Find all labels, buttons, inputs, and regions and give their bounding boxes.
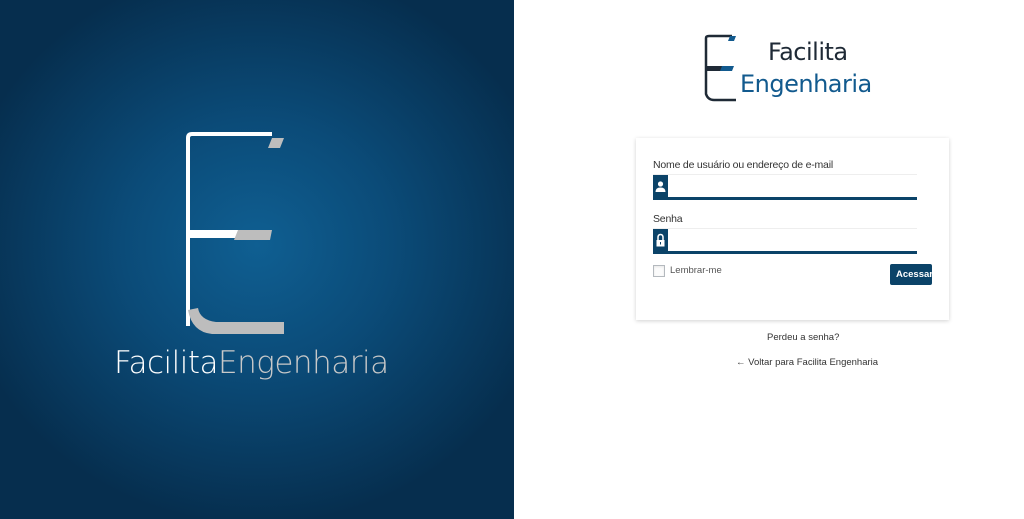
back-to-site-label: Voltar para Facilita Engenharia <box>748 357 879 368</box>
big-e-logo <box>186 132 284 334</box>
username-input[interactable] <box>669 175 923 197</box>
logo-word-facilita: Facilita <box>768 38 848 66</box>
login-button[interactable]: Acessar <box>890 264 933 285</box>
brand-word-engenharia: Engenharia <box>218 345 389 381</box>
login-form: Nome de usuário ou endereço de e-mail Se… <box>636 138 949 320</box>
remember-label[interactable]: Lembrar-me <box>670 265 722 276</box>
brand-word-facilita: Facilita <box>114 345 219 381</box>
username-label: Nome de usuário ou endereço de e-mail <box>653 159 833 171</box>
password-input[interactable] <box>669 229 923 251</box>
logo-word-engenharia: Engenharia <box>740 70 872 98</box>
user-icon <box>653 175 668 197</box>
back-to-site-link[interactable]: ← Voltar para Facilita Engenharia <box>736 357 878 368</box>
back-arrow-icon: ← <box>736 357 746 368</box>
username-field <box>653 174 923 200</box>
left-brand-panel: FacilitaEngenharia <box>0 0 514 519</box>
left-brand-wordmark: FacilitaEngenharia <box>114 345 389 381</box>
password-field <box>653 228 923 254</box>
small-e-logo <box>704 34 736 102</box>
lock-icon <box>653 229 668 251</box>
password-label: Senha <box>653 213 683 225</box>
remember-checkbox[interactable] <box>653 265 665 277</box>
lost-password-link[interactable]: Perdeu a senha? <box>767 332 839 343</box>
